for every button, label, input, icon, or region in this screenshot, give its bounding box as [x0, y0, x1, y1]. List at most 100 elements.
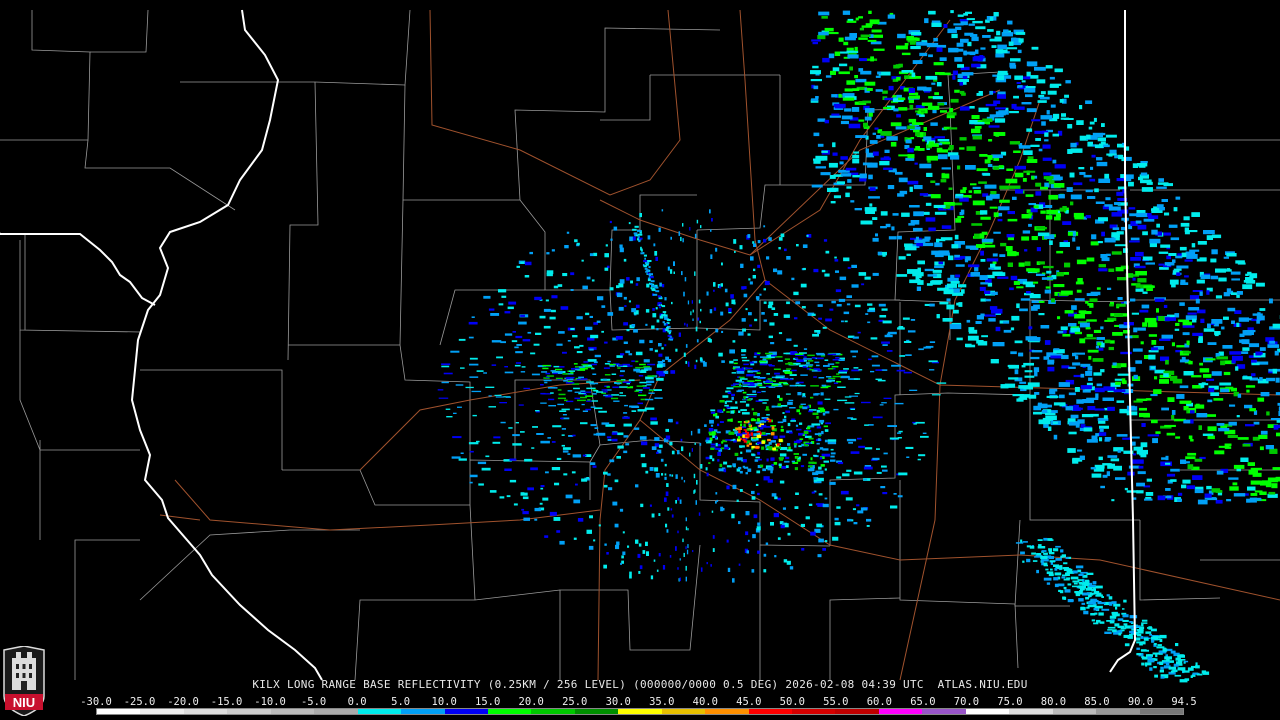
- radar-echo: [571, 471, 576, 474]
- radar-echo: [1073, 182, 1083, 186]
- radar-echo: [830, 459, 836, 462]
- radar-echo: [1045, 286, 1051, 289]
- radar-echo: [647, 260, 652, 262]
- radar-echo: [858, 37, 868, 40]
- colorbar-swatch: [1139, 709, 1183, 714]
- radar-echo: [715, 492, 718, 495]
- radar-echo: [1192, 318, 1197, 323]
- radar-echo: [796, 459, 801, 462]
- radar-echo: [861, 283, 865, 286]
- radar-echo: [982, 35, 991, 38]
- radar-echo: [1009, 111, 1019, 114]
- radar-echo: [908, 99, 914, 104]
- radar-echo: [1094, 387, 1105, 393]
- radar-echo: [706, 562, 708, 565]
- radar-echo: [576, 351, 583, 354]
- radar-echo: [901, 212, 910, 217]
- radar-echo: [904, 246, 917, 251]
- radar-echo: [1176, 272, 1181, 276]
- radar-echo: [1065, 80, 1071, 84]
- radar-echo: [1107, 463, 1115, 469]
- radar-echo: [1140, 161, 1148, 164]
- radar-echo: [1013, 281, 1020, 285]
- radar-echo: [681, 271, 683, 276]
- radar-echo: [596, 432, 606, 436]
- radar-echo: [1226, 499, 1232, 502]
- radar-echo: [797, 392, 802, 396]
- radar-echo: [1081, 602, 1086, 605]
- radar-echo: [1223, 316, 1229, 320]
- radar-echo: [808, 465, 813, 468]
- radar-echo: [803, 267, 806, 271]
- radar-echo: [1211, 249, 1218, 255]
- radar-echo: [665, 323, 668, 326]
- radar-echo: [1093, 592, 1098, 595]
- radar-echo: [685, 546, 687, 550]
- radar-echo: [1182, 321, 1192, 326]
- radar-echo: [749, 324, 752, 327]
- radar-echo: [1016, 303, 1020, 309]
- radar-echo: [1132, 348, 1143, 352]
- colorbar-label: 20.0: [518, 696, 544, 708]
- radar-echo: [972, 135, 982, 140]
- radar-echo: [1090, 241, 1099, 246]
- radar-echo: [637, 402, 643, 405]
- radar-echo: [1050, 568, 1053, 571]
- radar-echo: [763, 553, 767, 557]
- radar-echo: [1203, 328, 1215, 332]
- radar-echo: [917, 86, 927, 91]
- radar-echo: [934, 242, 943, 248]
- radar-echo: [609, 220, 612, 224]
- radar-echo: [830, 452, 836, 455]
- radar-echo: [810, 396, 814, 399]
- radar-echo: [540, 384, 544, 386]
- radar-echo: [961, 92, 966, 96]
- radar-echo: [815, 503, 819, 506]
- radar-echo: [523, 517, 530, 521]
- radar-echo: [745, 420, 748, 423]
- radar-echo: [1018, 397, 1028, 400]
- radar-echo: [652, 293, 658, 296]
- radar-echo: [1174, 313, 1180, 318]
- radar-echo: [640, 252, 644, 255]
- radar-echo: [1224, 443, 1232, 446]
- radar-echo: [837, 461, 844, 465]
- radar-echo: [805, 364, 814, 366]
- radar-echo: [834, 259, 839, 262]
- radar-echo: [1053, 577, 1059, 581]
- radar-echo: [675, 348, 678, 352]
- radar-echo: [766, 458, 769, 462]
- radar-echo: [789, 407, 796, 409]
- radar-echo: [844, 402, 855, 404]
- radar-echo: [906, 456, 910, 458]
- radar-echo: [601, 305, 606, 308]
- radar-echo: [806, 234, 809, 237]
- radar-echo: [637, 553, 641, 558]
- radar-echo: [1031, 236, 1038, 241]
- radar-echo: [939, 57, 947, 61]
- radar-echo: [830, 201, 836, 204]
- radar-echo: [576, 242, 580, 246]
- radar-echo: [561, 434, 565, 436]
- radar-echo: [863, 466, 873, 470]
- radar-echo: [622, 551, 626, 556]
- radar-echo: [1137, 163, 1148, 167]
- radar-echo: [710, 409, 716, 412]
- radar-echo: [1040, 325, 1050, 329]
- radar-echo: [1136, 210, 1146, 213]
- radar-echo: [507, 306, 514, 310]
- radar-echo: [750, 363, 755, 366]
- radar-echo: [894, 402, 904, 405]
- radar-echo: [831, 113, 840, 116]
- radar-echo: [905, 157, 915, 161]
- radar-echo: [851, 107, 860, 112]
- radar-echo: [596, 391, 604, 393]
- radar-echo: [706, 328, 708, 331]
- radar-echo: [718, 468, 723, 472]
- radar-echo: [1078, 581, 1082, 585]
- radar-echo: [1055, 558, 1062, 561]
- radar-echo: [786, 256, 791, 260]
- radar-echo: [489, 490, 497, 493]
- colorbar-swatch: [922, 709, 966, 714]
- radar-echo: [638, 233, 643, 236]
